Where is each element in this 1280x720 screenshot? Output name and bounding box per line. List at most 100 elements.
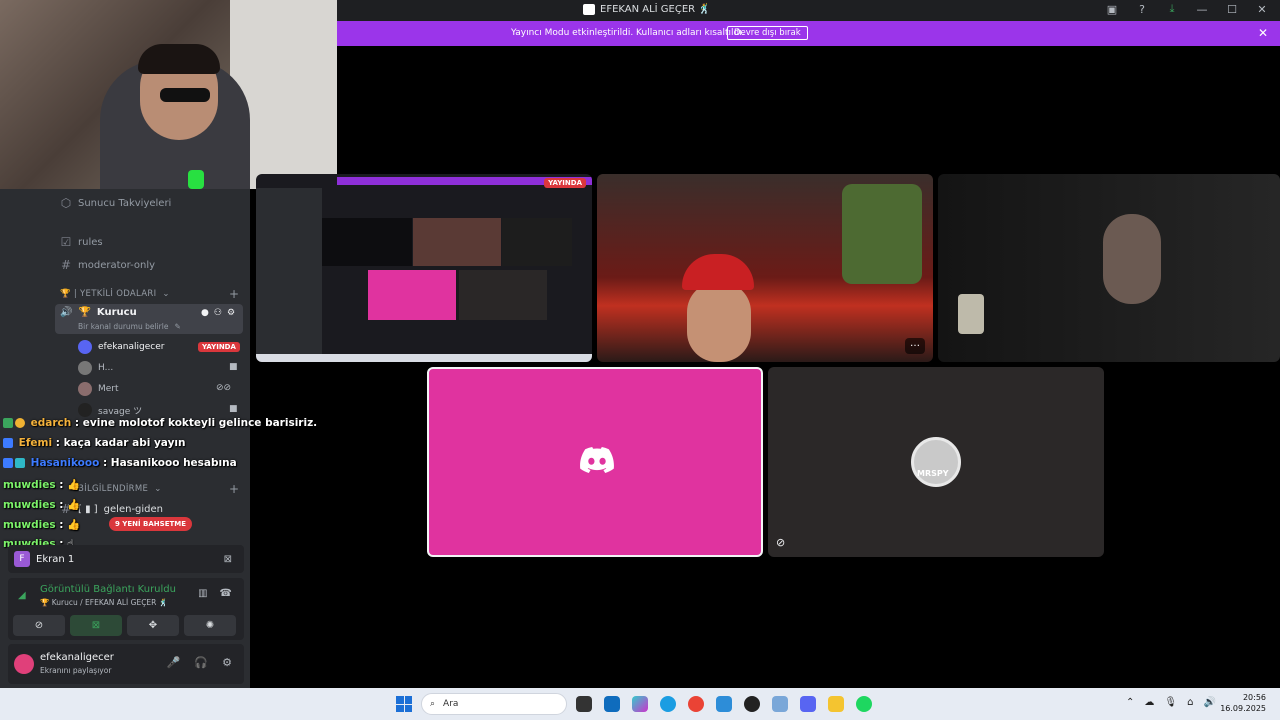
vip-badge-icon	[15, 458, 25, 468]
disable-streamer-mode-button[interactable]: Devre dışı bırak	[727, 26, 808, 40]
soundboard-button[interactable]: ✺	[184, 615, 236, 636]
windows-start-icon[interactable]	[396, 696, 412, 712]
user-status: Ekranını paylaşıyor	[40, 666, 112, 675]
webcam-mic	[188, 170, 204, 189]
add-channel-icon[interactable]: +	[229, 482, 239, 496]
window-title: EFEKAN ALİ GEÇER 🕺	[583, 4, 711, 15]
chat-username: muwdies	[3, 479, 56, 491]
chat-line: muwdies : 👍	[3, 518, 80, 531]
camera-tile-user-2[interactable]	[938, 174, 1280, 362]
avatar[interactable]	[14, 654, 34, 674]
voice-location: 🏆 Kurucu / EFEKAN ALİ GEÇER 🕺	[40, 598, 169, 607]
channel-moderator-only[interactable]: # moderator-only	[60, 258, 155, 272]
edge-icon[interactable]	[660, 696, 676, 712]
camera-tile-user-1[interactable]: …	[597, 174, 933, 362]
app-icon[interactable]	[744, 696, 760, 712]
disconnect-icon[interactable]: ☎	[220, 588, 232, 599]
avatar	[78, 382, 92, 396]
gear-icon[interactable]: ⚙	[227, 308, 235, 318]
settings-app-icon[interactable]	[772, 696, 788, 712]
user-name[interactable]: efekanaligecer	[40, 652, 114, 663]
category-info[interactable]: BİLGİLENDİRME ⌄	[78, 484, 162, 494]
cloud-icon[interactable]: ☁	[1144, 697, 1154, 708]
thumbs-emote-icon: 👍	[67, 499, 81, 511]
nested-taskbar	[256, 354, 592, 362]
task-view-icon[interactable]	[576, 696, 592, 712]
chat-username: edarch	[30, 417, 72, 429]
voice-status[interactable]: Görüntülü Bağlantı Kuruldu	[40, 584, 176, 595]
spotify-icon[interactable]	[856, 696, 872, 712]
invite-icon[interactable]: ⚇	[214, 308, 222, 318]
channel-actions: ● ⚇ ⚙	[201, 308, 235, 318]
chat-line: muwdies : 👍	[3, 498, 80, 511]
channel-moderator-only-label: moderator-only	[78, 259, 156, 271]
headphones-icon[interactable]: 🎧	[194, 656, 208, 669]
outlook-icon[interactable]	[604, 696, 620, 712]
window-title-text: EFEKAN ALİ GEÇER 🕺	[600, 4, 711, 15]
chat-message: : evine molotof kokteyli gelince barisir…	[74, 417, 318, 429]
voice-user-efekanaligecer[interactable]: efekanaligecer	[78, 340, 164, 354]
streamer-webcam	[0, 0, 337, 189]
channel-rules[interactable]: ☑ rules	[60, 235, 103, 249]
clock[interactable]: 20:56 16.09.2025	[1220, 692, 1266, 714]
close-banner-icon[interactable]: ✕	[1258, 26, 1268, 40]
user-tile-mrspy[interactable]: MRSPY ⊘	[768, 367, 1104, 557]
voice-user-name: savage ツ	[98, 406, 143, 417]
sub-badge-icon	[3, 418, 13, 428]
user-face	[1103, 214, 1161, 304]
chat-line: Efemi : kaça kadar abi yayın	[3, 437, 186, 449]
screen-share-panel[interactable]: F Ekran 1 ⊠	[8, 545, 244, 573]
webcam-hair	[138, 44, 220, 74]
nested-tile	[459, 270, 547, 320]
activities-button[interactable]: ✥	[127, 615, 179, 636]
voice-user-h[interactable]: H...	[78, 361, 113, 375]
more-options-icon[interactable]: …	[905, 338, 925, 354]
category-voice[interactable]: 🏆 | YETKİLİ ODALARI ⌄	[60, 289, 170, 299]
screen-share-label: Ekran 1	[36, 553, 75, 565]
voice-user-mert[interactable]: Mert	[78, 382, 119, 396]
webcam-glasses	[160, 88, 210, 102]
maximize-icon[interactable]: ☐	[1224, 3, 1240, 16]
network-icon[interactable]: ⌂	[1187, 697, 1193, 708]
help-icon[interactable]: ?	[1134, 3, 1150, 16]
chevron-up-icon[interactable]: ⌃	[1126, 697, 1134, 708]
category-voice-label: 🏆 | YETKİLİ ODALARI	[60, 289, 157, 299]
screen-share-tile[interactable]: YAYINDA	[256, 174, 592, 362]
microphone-tray-icon[interactable]: 🎙	[1164, 697, 1177, 708]
stop-stream-icon[interactable]: ⊠	[224, 554, 232, 565]
screen-icon: F	[14, 551, 30, 567]
file-explorer-icon[interactable]	[828, 696, 844, 712]
discord-app-icon[interactable]	[800, 696, 816, 712]
noise-suppression-icon[interactable]: ▥	[198, 588, 207, 599]
microphone-icon[interactable]: 🎤	[167, 656, 181, 669]
user-tile-efekanaligecer[interactable]	[427, 367, 763, 557]
volume-icon[interactable]: 🔊	[1203, 697, 1215, 708]
screen-share-button[interactable]: ⊠	[70, 615, 122, 636]
chat-bubble-icon[interactable]: ●	[201, 308, 209, 318]
channel-status[interactable]: Bir kanal durumu belirle ✎	[78, 322, 181, 331]
chat-message: :	[59, 479, 64, 491]
clock-date: 16.09.2025	[1220, 704, 1266, 713]
camera-off-button[interactable]: ⊘	[13, 615, 65, 636]
inbox-icon[interactable]: ▣	[1104, 3, 1120, 16]
camera-off-icon: ⊘	[776, 536, 786, 549]
add-channel-icon[interactable]: +	[229, 287, 239, 301]
server-boosts[interactable]: ⬡ Sunucu Takviyeleri	[60, 196, 172, 210]
new-mentions-pill[interactable]: 9 YENİ BAHSETME	[109, 517, 193, 531]
copilot-icon[interactable]	[632, 696, 648, 712]
minimize-icon[interactable]: —	[1194, 3, 1210, 16]
notepad-icon[interactable]	[716, 696, 732, 712]
close-window-icon[interactable]: ✕	[1254, 3, 1270, 16]
chat-username: muwdies	[3, 519, 56, 531]
sub-badge-icon	[3, 458, 13, 468]
voice-user-savage[interactable]: savage ツ	[78, 403, 142, 417]
settings-icon[interactable]: ⚙	[222, 656, 232, 669]
chrome-icon[interactable]	[688, 696, 704, 712]
taskbar-search[interactable]: ⌕ Ara	[421, 693, 567, 715]
channel-status-label: Bir kanal durumu belirle	[78, 322, 169, 331]
download-icon[interactable]: ⤓	[1164, 2, 1180, 16]
signal-icon[interactable]: ◢	[18, 590, 26, 601]
nested-tile	[368, 270, 456, 320]
nested-tile	[413, 218, 501, 266]
nested-tile	[322, 218, 412, 266]
